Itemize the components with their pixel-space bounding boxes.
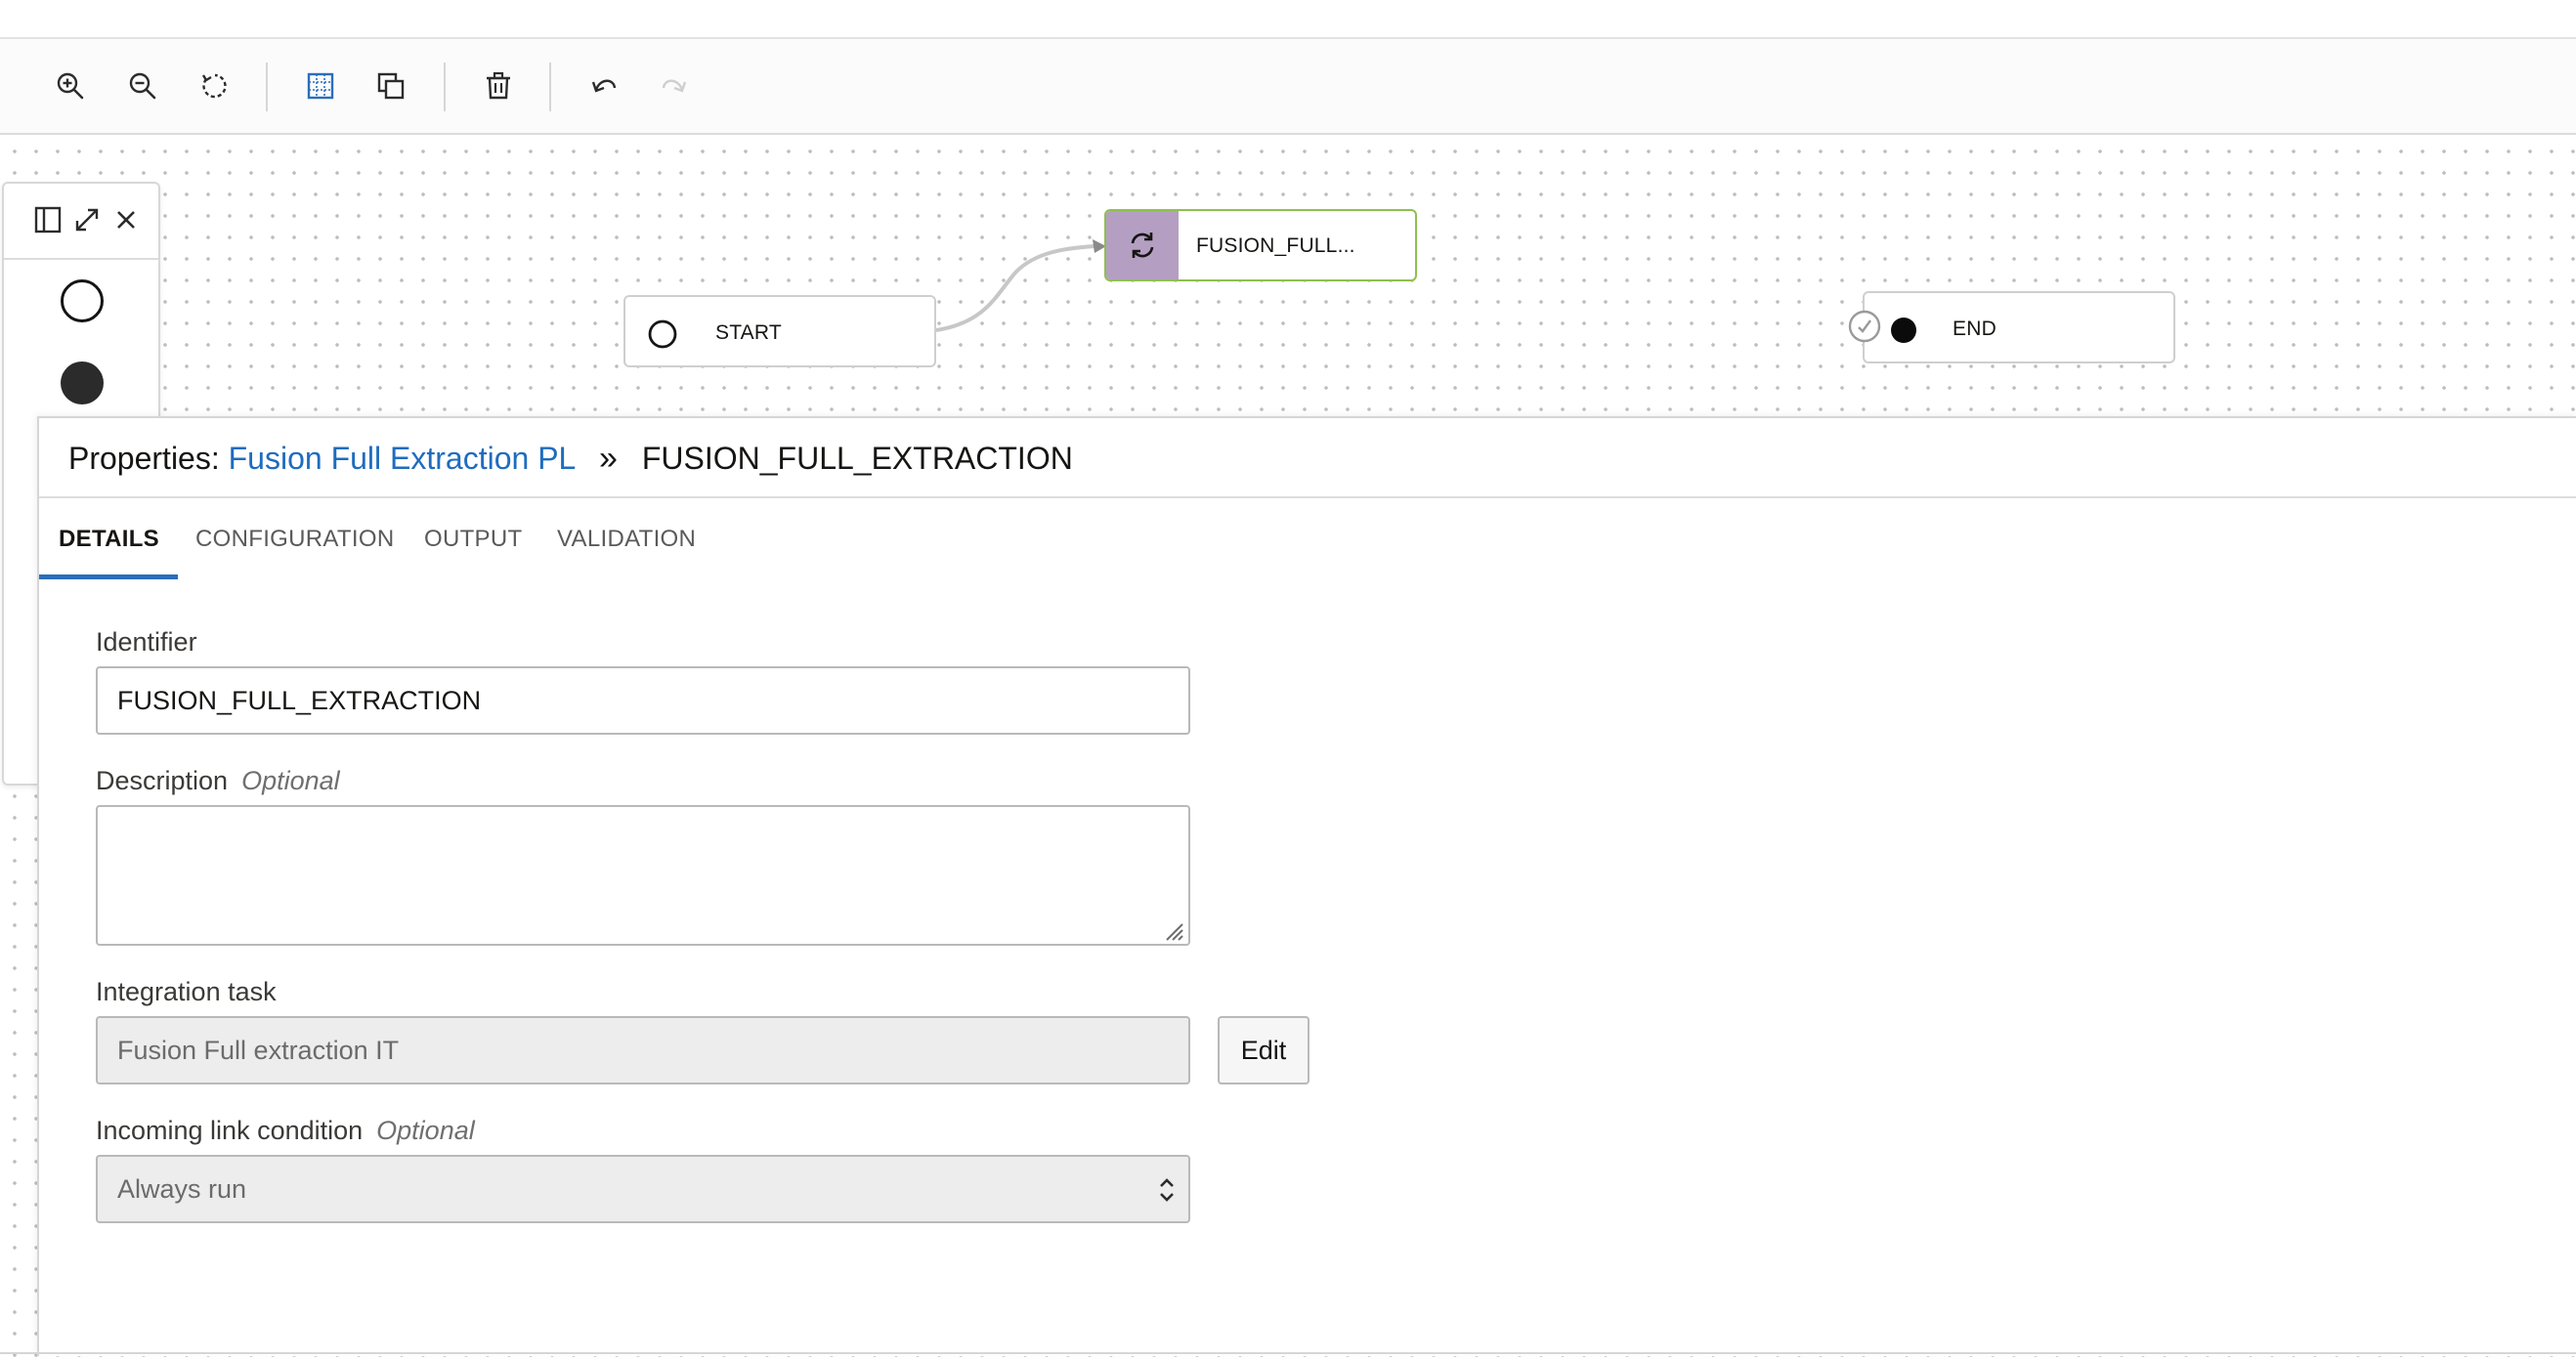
properties-panel: Properties: Fusion Full Extraction PL » … bbox=[37, 416, 2576, 1356]
identifier-input[interactable]: FUSION_FULL_EXTRACTION bbox=[96, 666, 1190, 735]
incoming-condition-value: Always run bbox=[117, 1173, 247, 1204]
pipeline-breadcrumb-link[interactable]: Fusion Full Extraction PL bbox=[229, 441, 576, 476]
edit-integration-task-button[interactable]: Edit bbox=[1218, 1016, 1309, 1084]
end-node-label: END bbox=[1953, 318, 1996, 340]
properties-prefix: Properties: bbox=[68, 441, 220, 476]
panel-toggle-button[interactable] bbox=[29, 201, 66, 238]
incoming-condition-optional: Optional bbox=[376, 1116, 475, 1145]
properties-title: Properties: Fusion Full Extraction PL » … bbox=[68, 440, 1073, 478]
end-dot-icon bbox=[1891, 318, 1916, 343]
active-tab-indicator bbox=[39, 574, 178, 579]
tab-validation[interactable]: VALIDATION bbox=[557, 526, 696, 553]
chevron-up-down-icon bbox=[1160, 1178, 1174, 1202]
description-label-text: Description bbox=[96, 766, 229, 795]
tab-configuration[interactable]: CONFIGURATION bbox=[195, 526, 394, 553]
incoming-condition-select[interactable]: Always run bbox=[96, 1155, 1190, 1223]
task-node-label: FUSION_FULL... bbox=[1196, 234, 1355, 257]
identifier-label: Identifier bbox=[96, 627, 197, 658]
tab-output[interactable]: OUTPUT bbox=[424, 526, 522, 553]
bottom-border bbox=[0, 1352, 2576, 1354]
integration-task-label: Integration task bbox=[96, 977, 277, 1007]
start-circle-icon bbox=[648, 319, 677, 349]
integration-task-label-text: Integration task bbox=[96, 977, 277, 1006]
close-icon bbox=[117, 211, 135, 229]
description-optional: Optional bbox=[241, 766, 340, 795]
properties-tabs: DETAILS CONFIGURATION OUTPUT VALIDATION bbox=[39, 498, 2576, 580]
start-node-label: START bbox=[715, 321, 782, 344]
expand-icon bbox=[75, 208, 99, 232]
incoming-condition-label: Incoming link condition Optional bbox=[96, 1116, 475, 1146]
start-node[interactable]: START bbox=[623, 295, 936, 367]
description-label: Description Optional bbox=[96, 766, 340, 796]
expand-button[interactable] bbox=[68, 201, 106, 238]
breadcrumb-separator: » bbox=[599, 440, 618, 477]
integration-task-field: Fusion Full extraction IT bbox=[96, 1016, 1190, 1084]
end-operator-icon[interactable] bbox=[61, 361, 104, 404]
identifier-value: FUSION_FULL_EXTRACTION bbox=[117, 685, 482, 715]
end-node[interactable]: END bbox=[1863, 291, 2175, 363]
description-textarea[interactable] bbox=[96, 805, 1190, 946]
identifier-label-text: Identifier bbox=[96, 627, 197, 657]
task-icon-box bbox=[1106, 211, 1179, 279]
refresh-icon bbox=[1131, 233, 1154, 258]
properties-header: Properties: Fusion Full Extraction PL » … bbox=[39, 418, 2576, 498]
task-breadcrumb-name: FUSION_FULL_EXTRACTION bbox=[641, 441, 1073, 476]
start-operator-icon[interactable] bbox=[61, 279, 104, 322]
palette-header bbox=[4, 184, 158, 260]
integration-task-value: Fusion Full extraction IT bbox=[117, 1035, 400, 1065]
close-palette-button[interactable] bbox=[107, 201, 145, 238]
integration-task-node[interactable]: FUSION_FULL... bbox=[1104, 209, 1417, 281]
tab-details[interactable]: DETAILS bbox=[59, 526, 159, 553]
end-input-port-icon[interactable] bbox=[1847, 309, 1882, 344]
incoming-condition-label-text: Incoming link condition bbox=[96, 1116, 364, 1145]
resize-handle-icon[interactable] bbox=[1161, 918, 1186, 944]
panel-toggle-icon bbox=[34, 206, 62, 234]
